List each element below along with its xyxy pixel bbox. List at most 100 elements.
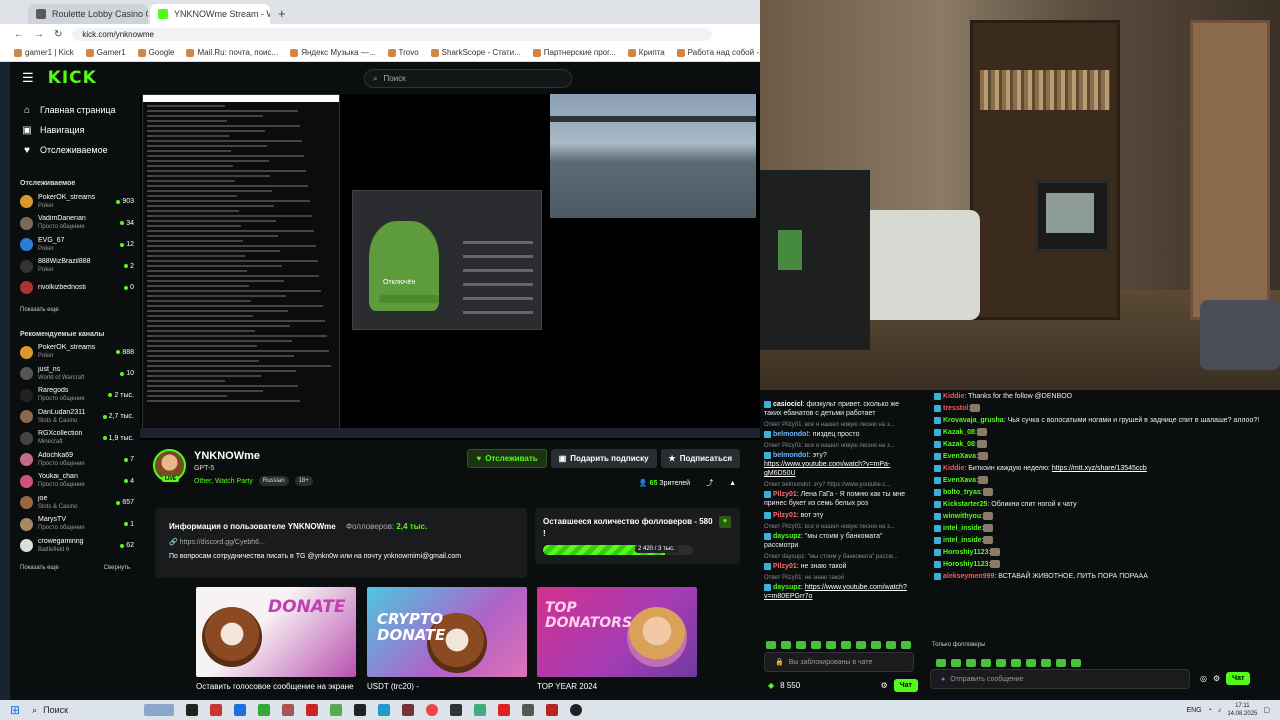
app-icon[interactable] bbox=[234, 704, 247, 716]
chat-username[interactable]: daysupz bbox=[773, 584, 801, 591]
app-icon[interactable] bbox=[450, 704, 463, 716]
rules-icon[interactable]: ◎ bbox=[1200, 674, 1207, 683]
bookmark-item[interactable]: gamer1 | Kick bbox=[14, 48, 74, 57]
new-tab-button[interactable]: + bbox=[272, 6, 292, 24]
chat-username[interactable]: intel_inside bbox=[943, 537, 982, 544]
sidebar-channel[interactable]: 888WizBrazil888 Poker 2 bbox=[10, 256, 140, 278]
task-view-icon[interactable] bbox=[186, 704, 199, 716]
discord-link[interactable]: 🔗 https://discord.gg/Cyebh6... bbox=[169, 538, 513, 546]
send-button[interactable]: Чат bbox=[1226, 672, 1251, 685]
stream-video[interactable]: Отключён bbox=[140, 94, 760, 440]
chat-username[interactable]: belmondo! bbox=[773, 431, 809, 438]
chat-username[interactable]: Horoshiy1123 bbox=[943, 561, 989, 568]
sidebar-nav-item[interactable]: ♥ Отслеживаемое bbox=[10, 140, 140, 160]
channel-name[interactable]: YNKNOWme bbox=[194, 450, 260, 462]
sidebar-nav-item[interactable]: ⌂ Главная страница bbox=[10, 100, 140, 120]
chat-username[interactable]: EvenXava bbox=[943, 477, 976, 484]
app-icon[interactable] bbox=[354, 704, 367, 716]
search-input[interactable]: ⌕ Поиск bbox=[364, 69, 572, 88]
show-more-following[interactable]: Показать еще bbox=[10, 299, 140, 321]
reply-reference[interactable]: Ответ Pilzy01: все я нашел новую песню н… bbox=[764, 523, 916, 532]
app-icon[interactable] bbox=[546, 704, 559, 716]
chat-username[interactable]: Horoshiy1123 bbox=[943, 549, 989, 556]
app-icon[interactable] bbox=[570, 704, 583, 716]
sidebar-channel[interactable]: Raregods Просто общение 2 тыс. bbox=[10, 385, 140, 407]
reply-reference[interactable]: Ответ Pilzy01: не знаю такой bbox=[764, 574, 916, 583]
crypto-donate-panel[interactable]: CRYPTO DONATE bbox=[367, 587, 527, 677]
chat-username[interactable]: tresstol bbox=[943, 405, 968, 412]
tag-18plus[interactable]: 18+ bbox=[294, 476, 313, 486]
chat-username[interactable]: Kazak_08 bbox=[943, 441, 975, 448]
taskbar-search[interactable]: ⌕ Поиск bbox=[32, 705, 132, 716]
chat-username[interactable]: winwithyou bbox=[943, 513, 981, 520]
sidebar-channel[interactable]: Youkai_chan Просто общение 4 bbox=[10, 471, 140, 493]
emote-bar-right[interactable] bbox=[936, 659, 1276, 667]
bookmark-item[interactable]: Google bbox=[137, 48, 174, 57]
sidebar-channel[interactable]: crowegaminng Battlefield 6 62 bbox=[10, 535, 140, 557]
sidebar-channel[interactable]: Adochka69 Просто общение 7 bbox=[10, 449, 140, 471]
reply-reference[interactable]: Ответ Pilzy01: все я нашел новую песню н… bbox=[764, 442, 916, 451]
app-icon[interactable] bbox=[498, 704, 511, 716]
bookmark-item[interactable]: Крипта bbox=[627, 48, 665, 57]
chat-link[interactable]: https://www.youtube.com/watch?v=mPa-gM6D… bbox=[764, 461, 890, 477]
sidebar-channel[interactable]: joe Slots & Casino 657 bbox=[10, 492, 140, 514]
app-icon[interactable] bbox=[258, 704, 271, 716]
app-icon[interactable] bbox=[306, 704, 319, 716]
windows-start-icon[interactable]: ⊞ bbox=[10, 703, 20, 717]
app-icon[interactable] bbox=[402, 704, 415, 716]
chat-username[interactable]: Kiddie bbox=[943, 465, 964, 472]
category-link[interactable]: Other, Watch Party bbox=[194, 478, 253, 485]
sidebar-channel[interactable]: just_ns World of Warcraft 10 bbox=[10, 363, 140, 385]
reply-reference[interactable]: Ответ Pilzy01: все я нашел новую песню н… bbox=[764, 421, 916, 430]
share-icon[interactable]: ⤴ bbox=[706, 478, 713, 488]
settings-icon[interactable]: ⚙ bbox=[881, 681, 888, 690]
reply-reference[interactable]: Ответ daysupz: "мы стоим у банкомата" ра… bbox=[764, 553, 916, 562]
chat-username[interactable]: Pilzy01 bbox=[773, 563, 797, 570]
chrome-icon[interactable] bbox=[426, 704, 439, 716]
menu-icon[interactable]: ☰ bbox=[22, 70, 34, 86]
chat-username[interactable]: casiocicl bbox=[773, 401, 803, 408]
emote-picker-icon[interactable]: ● bbox=[941, 676, 945, 683]
app-icon[interactable] bbox=[474, 704, 487, 716]
chat-username[interactable]: daysupz bbox=[773, 533, 801, 540]
send-button-left[interactable]: Чат bbox=[893, 679, 918, 692]
chat-username[interactable]: belmondo! bbox=[773, 452, 809, 459]
bookmark-item[interactable]: Mail.Ru: почта, поис... bbox=[186, 48, 278, 57]
bookmark-item[interactable]: Яндекс Музыка —... bbox=[290, 48, 376, 57]
chat-username[interactable]: Pilzy01 bbox=[773, 512, 797, 519]
chat-username[interactable]: intel_inside bbox=[943, 525, 982, 532]
forward-icon[interactable]: → bbox=[34, 29, 44, 40]
chat-username[interactable]: EvenXava bbox=[943, 453, 976, 460]
sidebar-channel[interactable]: DanLudan2311 Slots & Casino 2,7 тыс. bbox=[10, 406, 140, 428]
sidebar-channel[interactable]: RGXcollection Minecraft 1,9 тыс. bbox=[10, 428, 140, 450]
url-field[interactable]: kick.com/ynknowme bbox=[72, 27, 713, 41]
chat-username[interactable]: alekseymen999 bbox=[943, 573, 994, 580]
follow-button[interactable]: ♥ Отслеживать bbox=[467, 449, 547, 468]
weather-widget-icon[interactable] bbox=[144, 704, 175, 716]
bookmark-item[interactable]: Работа над собой -... bbox=[676, 48, 760, 57]
notifications-icon[interactable]: ▢ bbox=[1263, 706, 1270, 714]
subscribe-button[interactable]: ★ Подписаться bbox=[660, 449, 740, 468]
chat-username[interactable]: Kickstarter25 bbox=[943, 501, 987, 508]
bookmark-item[interactable]: Gamer1 bbox=[85, 48, 126, 57]
sidebar-nav-item[interactable]: ▣ Навигация bbox=[10, 120, 140, 140]
app-icon[interactable] bbox=[378, 704, 391, 716]
gift-sub-button[interactable]: ▣ Подарить подписку bbox=[550, 449, 657, 468]
report-icon[interactable]: ▲ bbox=[729, 480, 736, 487]
bookmark-item[interactable]: SharkScope - Стати... bbox=[430, 48, 521, 57]
sidebar-channel[interactable]: MarysTV Просто общение 1 bbox=[10, 514, 140, 536]
volume-icon[interactable]: ♪ bbox=[1218, 707, 1222, 714]
chat-username[interactable]: Kazak_08 bbox=[943, 429, 975, 436]
wifi-icon[interactable]: ◔ bbox=[1208, 707, 1212, 714]
top-donators-panel[interactable]: TOP DONATORS bbox=[537, 587, 697, 677]
sidebar-channel[interactable]: VadimDanerian Просто общение 34 bbox=[10, 213, 140, 235]
sidebar-channel[interactable]: PokerOK_streams Poker 903 bbox=[10, 191, 140, 213]
tag-russian[interactable]: Russian bbox=[258, 476, 289, 486]
chat-input[interactable]: ● Отправить сообщение bbox=[930, 669, 1190, 689]
bookmark-item[interactable]: Партнерские прог... bbox=[532, 48, 616, 57]
back-icon[interactable]: ← bbox=[14, 29, 24, 40]
app-icon[interactable] bbox=[522, 704, 535, 716]
app-icon[interactable] bbox=[330, 704, 343, 716]
donate-panel[interactable]: DONATE bbox=[196, 587, 356, 677]
chat-username[interactable]: Krovavaja_grusha bbox=[943, 417, 1004, 424]
